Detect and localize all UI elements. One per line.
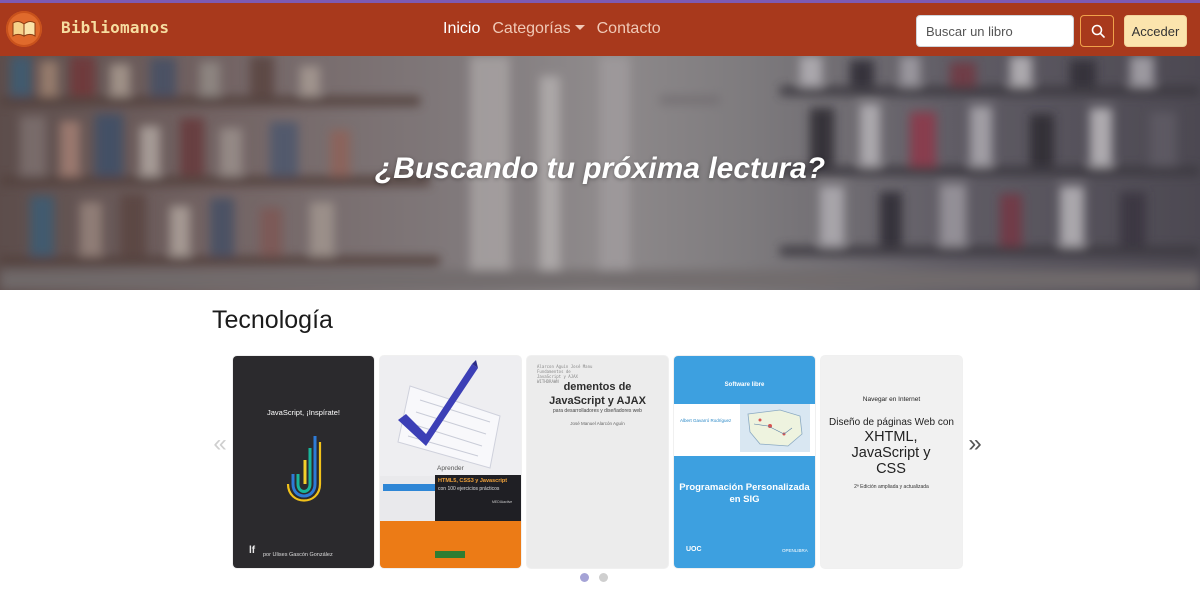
book-cover-title: JavaScript, ¡Inspírate! bbox=[267, 408, 340, 417]
book-card-html5-css3-javascript[interactable]: Aprender HTML5, CSS3 y Javascript con 10… bbox=[380, 356, 521, 568]
carousel-dot-1[interactable] bbox=[580, 573, 589, 582]
marcombo-logo bbox=[435, 551, 465, 558]
book-card-javascript-inspirate[interactable]: JavaScript, ¡Inspírate! lf por Ulises Ga… bbox=[233, 356, 374, 568]
blue-strip bbox=[383, 484, 435, 491]
category-title: Tecnología bbox=[212, 306, 333, 334]
book-author: por Ulises Gascón González bbox=[263, 552, 333, 558]
search-button[interactable] bbox=[1080, 15, 1114, 47]
book-title-prefix: dementos de bbox=[563, 381, 632, 393]
book-series-tag: Aprender bbox=[437, 465, 464, 472]
book-card-xhtml-javascript-css[interactable]: Navegar en Internet Diseño de páginas We… bbox=[821, 356, 962, 568]
book-series: Navegar en Internet bbox=[862, 396, 921, 403]
book-cover-title: HTML5, CSS3 y Javascript bbox=[438, 478, 508, 484]
spain-map-illustration bbox=[740, 404, 810, 452]
book-cover-title: dementos de JavaScript y AJAX bbox=[527, 380, 668, 408]
book-cover-title: XHTML, JavaScript y CSS bbox=[851, 429, 931, 477]
book-cover-subtitle: para desarrolladores y diseñadores web bbox=[553, 408, 642, 414]
open-book-logo-icon[interactable] bbox=[6, 11, 42, 47]
j-logo-icon bbox=[286, 436, 322, 502]
book-edition: 2ª Edición ampliada y actualizada bbox=[854, 484, 929, 490]
book-title-main: JavaScript y AJAX bbox=[549, 395, 646, 407]
carousel-prev-button[interactable]: « bbox=[208, 430, 232, 458]
brand-name[interactable]: Bibliomanos bbox=[61, 18, 169, 37]
nav-link-contacto[interactable]: Contacto bbox=[597, 20, 661, 38]
book-title-intro: Diseño de páginas Web con bbox=[829, 417, 954, 428]
caret-down-icon bbox=[574, 25, 585, 30]
carousel-next-button[interactable]: » bbox=[963, 430, 987, 458]
carousel-dot-2[interactable] bbox=[599, 573, 608, 582]
nav-link-inicio[interactable]: Inicio bbox=[443, 20, 480, 38]
book-author: José Manuel Alarcón Aguín bbox=[570, 421, 625, 426]
hero-title: ¿Buscando tu próxima lectura? bbox=[374, 152, 826, 185]
book-publisher: MEDIAactive bbox=[492, 500, 513, 504]
main-nav: Inicio Categorías Contacto bbox=[443, 20, 661, 38]
book-cover-subtitle: con 100 ejercicios prácticos bbox=[438, 486, 500, 492]
blue-header-band bbox=[674, 356, 815, 404]
book-cover-title: Programación Personalizada en SIG bbox=[679, 482, 810, 505]
carousel-pagination bbox=[580, 573, 608, 582]
login-button[interactable]: Acceder bbox=[1124, 15, 1187, 47]
search-icon bbox=[1091, 24, 1105, 38]
checkmark-pen-illustration bbox=[380, 356, 521, 476]
nav-dropdown-categorias[interactable]: Categorías bbox=[492, 20, 585, 38]
publisher-logo-right: OPENLIBRA bbox=[782, 548, 808, 553]
hero-banner: ¿Buscando tu próxima lectura? bbox=[0, 56, 1200, 290]
book-author: Albert Gavarró Rodríguez bbox=[680, 418, 732, 423]
top-navbar: Bibliomanos Inicio Categorías Contacto A… bbox=[0, 0, 1200, 56]
book-series-tag: Software libre bbox=[724, 382, 765, 388]
orange-band bbox=[380, 521, 521, 568]
book-card-javascript-ajax[interactable]: Alarcon Aguin José Manu Fundamentos de Jav… bbox=[527, 356, 668, 568]
search-input[interactable] bbox=[916, 15, 1074, 47]
book-card-programacion-sig[interactable]: Software libre Albert Gavarró Rodríguez … bbox=[674, 356, 815, 568]
publisher-logo-left: UOC bbox=[686, 546, 702, 553]
publisher-mini-logo: lf bbox=[249, 545, 256, 556]
nav-dropdown-label: Categorías bbox=[492, 20, 571, 37]
